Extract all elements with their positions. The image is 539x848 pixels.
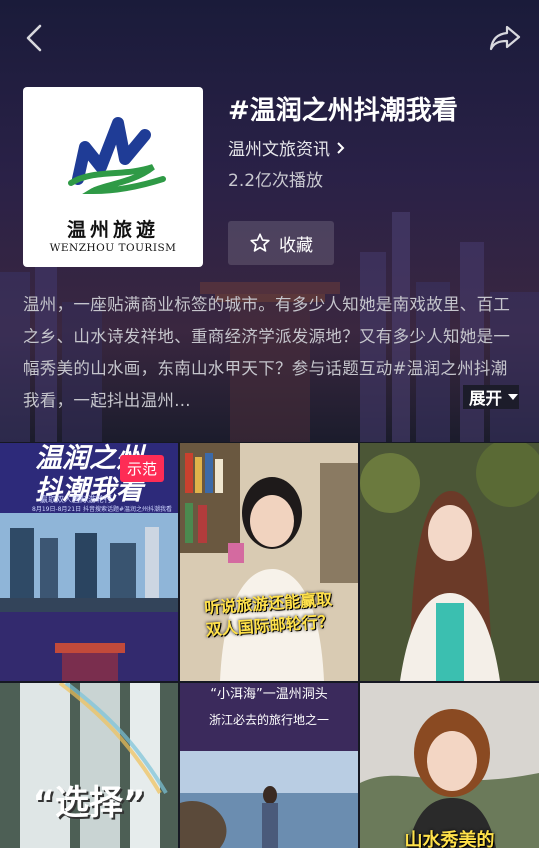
favorite-label: 收藏 bbox=[279, 235, 313, 256]
topic-logo: 温州旅遊 WENZHOU TOURISM bbox=[23, 87, 203, 267]
thumbnail-1-date: 8月19日-8月21日 抖音搜索话题#温润之州抖潮我看 bbox=[32, 506, 173, 513]
caret-down-icon bbox=[508, 394, 518, 400]
thumbnail-5-title: “小洱海”一温州洞头 bbox=[210, 687, 328, 702]
video-grid: 温润之州 抖潮我看 赢取双人国际游轮行 8月19日-8月21日 抖音搜索话题#温… bbox=[0, 443, 539, 848]
thumbnail-4-caption: “选择” bbox=[32, 783, 146, 823]
thumbnail-6-caption: 山水秀美的 bbox=[404, 830, 495, 848]
creator-name: 温州文旅资讯 bbox=[228, 140, 330, 160]
play-count: 2.2亿次播放 bbox=[228, 171, 324, 191]
back-button[interactable] bbox=[14, 18, 54, 58]
description-text: 温州，一座贴满商业标签的城市。有多少人知她是南戏故里、百工之乡、山水诗发祥地、重… bbox=[23, 295, 511, 410]
expand-button[interactable]: 展开 bbox=[463, 385, 519, 409]
topic-title: #温润之州抖潮我看 bbox=[228, 96, 458, 126]
chevron-left-icon bbox=[26, 24, 42, 52]
video-thumbnail-2[interactable]: 听说旅游还能赢取 双人国际邮轮行？ bbox=[180, 443, 358, 681]
woman-outdoors-image bbox=[360, 443, 539, 681]
video-thumbnail-6[interactable]: 山水秀美的 bbox=[360, 683, 539, 848]
seaside-image bbox=[180, 683, 358, 848]
video-thumbnail-4[interactable]: “选择” bbox=[0, 683, 178, 848]
video-thumbnail-5[interactable]: “小洱海”一温州洞头 浙江必去的旅行地之一 bbox=[180, 683, 358, 848]
logo-chinese-text: 温州旅遊 bbox=[66, 219, 159, 241]
logo-english-text: WENZHOU TOURISM bbox=[49, 242, 177, 254]
video-thumbnail-3[interactable] bbox=[360, 443, 539, 681]
favorite-button[interactable]: 收藏 bbox=[228, 221, 334, 265]
woman-bookshelf-image bbox=[180, 443, 358, 681]
video-thumbnail-1[interactable]: 温润之州 抖潮我看 赢取双人国际游轮行 8月19日-8月21日 抖音搜索话题#温… bbox=[0, 443, 178, 681]
woman-portrait-image bbox=[360, 683, 539, 848]
expand-label: 展开 bbox=[469, 389, 502, 408]
creator-link[interactable]: 温州文旅资讯 bbox=[228, 135, 345, 160]
star-icon bbox=[250, 233, 270, 252]
share-icon bbox=[489, 25, 521, 51]
chevron-right-icon bbox=[337, 141, 345, 154]
topic-header: 温州旅遊 WENZHOU TOURISM #温润之州抖潮我看 温州文旅资讯 2.… bbox=[0, 0, 539, 442]
thumbnail-5-subtitle: 浙江必去的旅行地之一 bbox=[208, 713, 329, 727]
wenzhou-tourism-logo-icon bbox=[68, 117, 166, 195]
share-button[interactable] bbox=[485, 18, 525, 58]
topic-description: 温州，一座贴满商业标签的城市。有多少人知她是南戏故里、百工之乡、山水诗发祥地、重… bbox=[23, 289, 517, 417]
demo-badge: 示范 bbox=[120, 455, 165, 482]
